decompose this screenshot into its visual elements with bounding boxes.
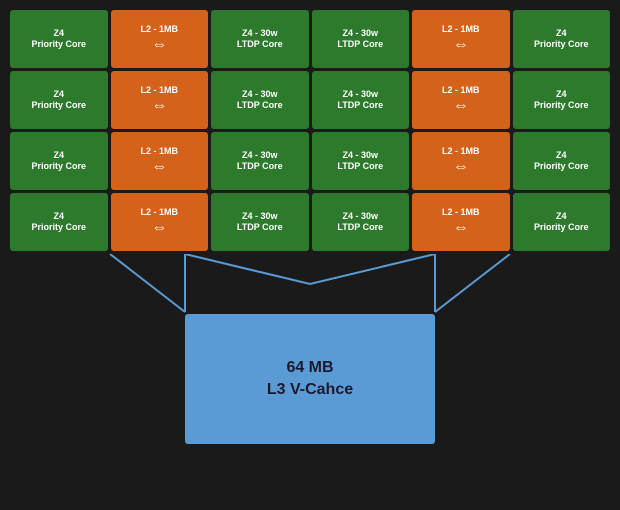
l2-cache-r1c2: L2 - 1MB ⇔ <box>111 10 209 68</box>
priority-core-r1c1: Z4Priority Core <box>10 10 108 68</box>
l3-title-line2: L3 V-Cahce <box>267 379 353 401</box>
arrow-icon-r2c2: ⇔ <box>151 97 167 115</box>
connector-area <box>10 254 610 314</box>
priority-core-r2c6: Z4Priority Core <box>513 71 611 129</box>
l2-cache-r1c5: L2 - 1MB ⇔ <box>412 10 510 68</box>
l2-cache-r3c5: L2 - 1MB ⇔ <box>412 132 510 190</box>
ltdp-core-r2c4: Z4 - 30wLTDP Core <box>312 71 410 129</box>
ltdp-core-r2c3: Z4 - 30wLTDP Core <box>211 71 309 129</box>
ltdp-core-r4c4: Z4 - 30wLTDP Core <box>312 193 410 251</box>
ltdp-core-r3c3: Z4 - 30wLTDP Core <box>211 132 309 190</box>
arrow-icon-r4c5: ⇔ <box>453 219 469 237</box>
priority-core-r2c1: Z4Priority Core <box>10 71 108 129</box>
arrow-icon-r2c5: ⇔ <box>453 97 469 115</box>
bottom-section: 64 MB L3 V-Cahce <box>10 254 610 444</box>
priority-core-r4c6: Z4Priority Core <box>513 193 611 251</box>
arrow-icon-r1c2: ⇔ <box>151 36 167 54</box>
l2-cache-r2c5: L2 - 1MB ⇔ <box>412 71 510 129</box>
l2-cache-r4c5: L2 - 1MB ⇔ <box>412 193 510 251</box>
ltdp-core-r4c3: Z4 - 30wLTDP Core <box>211 193 309 251</box>
priority-core-r1c6: Z4Priority Core <box>513 10 611 68</box>
arrow-icon-r4c2: ⇔ <box>151 219 167 237</box>
core-grid: Z4Priority Core L2 - 1MB ⇔ Z4 - 30wLTDP … <box>10 10 610 251</box>
ltdp-core-r1c3: Z4 - 30wLTDP Core <box>211 10 309 68</box>
priority-core-r4c1: Z4Priority Core <box>10 193 108 251</box>
connector-lines <box>10 254 610 314</box>
main-container: Z4Priority Core L2 - 1MB ⇔ Z4 - 30wLTDP … <box>10 10 610 444</box>
ltdp-core-r1c4: Z4 - 30wLTDP Core <box>312 10 410 68</box>
l2-cache-r2c2: L2 - 1MB ⇔ <box>111 71 209 129</box>
l3-title-line1: 64 MB <box>286 357 333 379</box>
arrow-icon-r3c5: ⇔ <box>453 158 469 176</box>
arrow-icon-r1c5: ⇔ <box>453 36 469 54</box>
l2-cache-r3c2: L2 - 1MB ⇔ <box>111 132 209 190</box>
ltdp-core-r3c4: Z4 - 30wLTDP Core <box>312 132 410 190</box>
l3-cache: 64 MB L3 V-Cahce <box>185 314 435 444</box>
l2-cache-r4c2: L2 - 1MB ⇔ <box>111 193 209 251</box>
priority-core-r3c6: Z4Priority Core <box>513 132 611 190</box>
arrow-icon-r3c2: ⇔ <box>151 158 167 176</box>
priority-core-r3c1: Z4Priority Core <box>10 132 108 190</box>
